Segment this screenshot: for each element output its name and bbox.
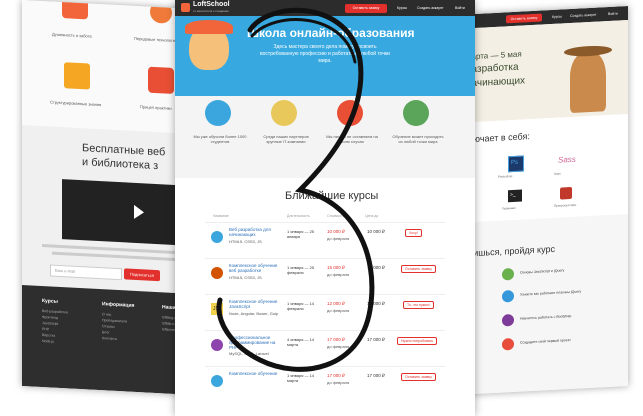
footer-links: Веб-разработка Фронтенд JavaScript PHP В… [42, 308, 92, 347]
hero: марта — 5 мая разработка начинающих [458, 20, 628, 123]
feature-label: Прицел практики [140, 104, 172, 111]
tool-label: Photoshop [498, 174, 513, 179]
nav-courses[interactable]: Курсы [397, 6, 407, 10]
learn-item: Основы JavaScript и jQuery [520, 268, 565, 275]
nodejs-icon [502, 267, 514, 281]
globe-icon [403, 100, 429, 126]
nav-login[interactable]: Войти [455, 6, 465, 10]
hat-icon [564, 44, 612, 58]
course-button[interactable]: Оставить заявку [401, 265, 436, 273]
preprocessor-icon [560, 186, 572, 200]
includes-section: ключает в себя: Ps Photoshop Sass Sass >… [458, 114, 628, 223]
right-page: Оставить заявку Курсы Создать аккаунт Во… [458, 6, 628, 395]
course-button[interactable]: Нужно попробовать [397, 337, 438, 345]
feature-label: Душевность и забота [52, 31, 92, 39]
footer-col-title: Курсы [42, 298, 58, 305]
terminal-icon: >_ [508, 189, 522, 203]
feature-icon-1 [62, 0, 88, 20]
cowboy-illustration [570, 51, 606, 114]
sass-icon: Sass [558, 154, 576, 165]
jquery-icon [502, 289, 514, 303]
footer-col-title: Информация [102, 301, 135, 309]
target-icon [148, 66, 174, 94]
feature-label: Структурированные знания [50, 99, 102, 108]
puzzle-icon [64, 62, 90, 90]
feature-label: Передовые технологии [134, 35, 178, 44]
handwritten-three-stroke [216, 7, 375, 372]
bootstrap-icon [502, 313, 514, 327]
course-button[interactable]: Хочу! [405, 229, 422, 237]
course-button[interactable]: Оставить заявку [401, 373, 436, 381]
nav-login[interactable]: Войти [608, 12, 618, 17]
handwritten-three-overlay [216, 7, 375, 372]
section-title: и библиотека з [82, 156, 159, 173]
logo-icon [181, 3, 190, 12]
subscribe-button[interactable]: Подписаться [124, 268, 160, 282]
email-input[interactable]: Ваш e-mail [50, 264, 122, 281]
tool-label: Sass [554, 171, 561, 176]
nav-create-account[interactable]: Создать аккаунт [570, 13, 597, 18]
nav-create-account[interactable]: Создать аккаунт [417, 6, 444, 10]
footer-link[interactable]: Node.js [42, 338, 92, 347]
learn-title: учишься, пройдя курс [464, 243, 555, 259]
tool-label: Терминал [502, 205, 516, 211]
learn-section: учишься, пройдя курс Основы JavaScript и… [458, 214, 628, 395]
course-button[interactable]: То, что нужно! [403, 301, 434, 309]
feature-text: Обучение может проходить из любой точки … [392, 134, 444, 144]
feature-icon-2 [150, 0, 172, 24]
photoshop-icon: Ps [508, 155, 524, 173]
project-icon [502, 337, 514, 351]
footer-links: О нас Преподаватели Отзывы Блог Контакты [102, 311, 152, 344]
tool-label: Препроцессоры [554, 202, 577, 208]
learn-item: Научитесь работать с Bootstrap [520, 313, 572, 321]
footer-link[interactable]: Контакты [102, 335, 152, 344]
learn-item: Узнаете как работают плагины jQuery [520, 289, 582, 297]
cta-button[interactable]: Оставить заявку [506, 13, 542, 24]
learn-item: Создадите свой первый проект [520, 337, 571, 345]
nav-courses[interactable]: Курсы [552, 14, 562, 19]
play-icon[interactable] [134, 204, 144, 220]
